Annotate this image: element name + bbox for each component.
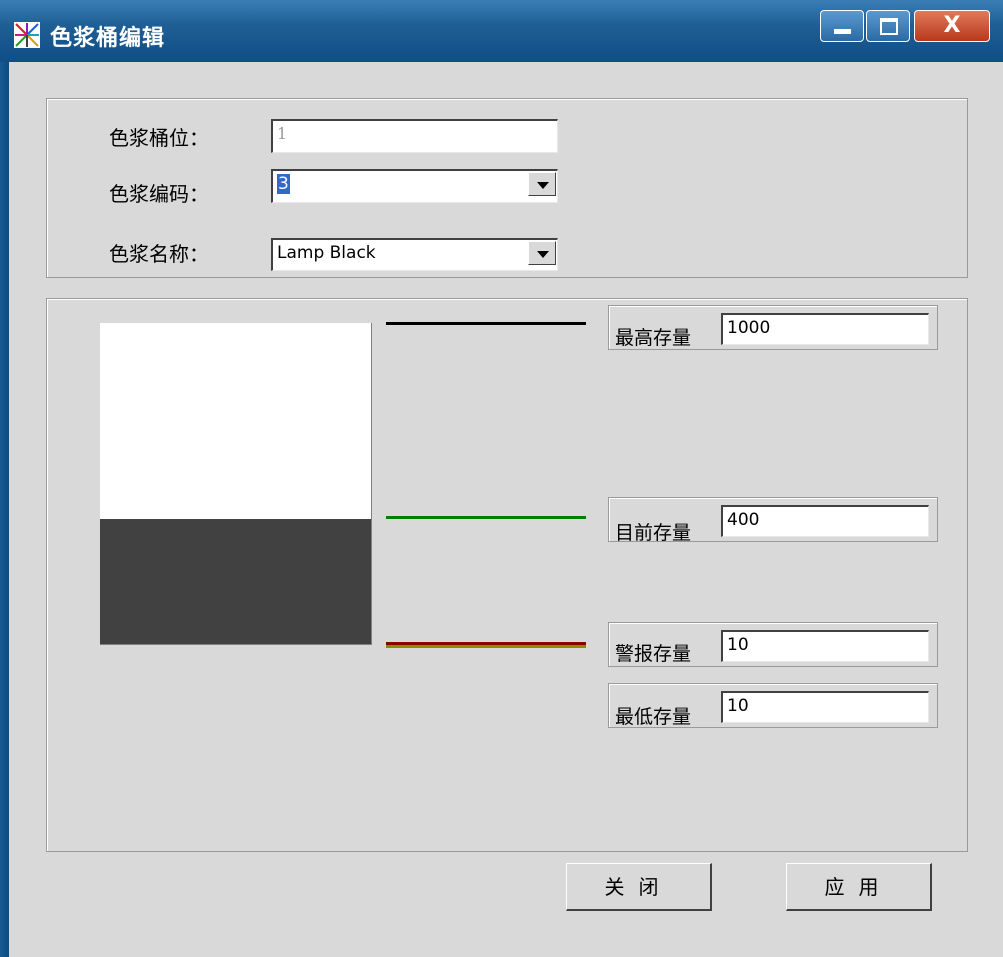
color-palette-icon [14, 22, 40, 48]
color-code-value: 3 [277, 174, 290, 194]
apply-button[interactable]: 应用 [786, 863, 932, 911]
minimize-icon [834, 29, 851, 34]
minimize-button[interactable] [820, 10, 864, 42]
current-level-input[interactable]: 400 [721, 505, 929, 537]
min-level-input[interactable]: 10 [721, 691, 929, 723]
close-icon: X [943, 13, 961, 38]
color-code-select[interactable]: 3 [271, 169, 558, 203]
max-level-box: 最高存量 1000 [608, 305, 938, 350]
min-level-value: 10 [727, 696, 749, 716]
close-window-button[interactable]: X [914, 10, 990, 42]
current-level-box: 目前存量 400 [608, 497, 938, 544]
window-frame-left [0, 62, 9, 957]
dialog-window: 色浆桶编辑 X 色浆桶位： 1 色浆编码： 3 色浆名称： Lamp Black [0, 0, 1003, 957]
close-button[interactable]: 关闭 [566, 863, 712, 911]
color-name-select[interactable]: Lamp Black [271, 238, 558, 271]
bucket-position-field: 1 [271, 119, 558, 153]
current-level-value: 400 [727, 510, 760, 530]
min-level-box: 最低存量 10 [608, 683, 938, 728]
bucket-position-value: 1 [277, 124, 288, 143]
bucket-position-label: 色浆桶位： [109, 126, 209, 150]
chevron-down-icon[interactable] [528, 172, 556, 196]
min-level-label: 最低存量 [615, 706, 692, 728]
max-level-input[interactable]: 1000 [721, 313, 929, 345]
color-name-label: 色浆名称： [109, 242, 209, 266]
window-title: 色浆桶编辑 [50, 26, 166, 51]
color-code-label: 色浆编码： [109, 182, 209, 206]
tank-fill-level [100, 518, 371, 644]
maximize-icon [880, 18, 898, 35]
max-level-line [386, 322, 586, 325]
tank-gauge [100, 323, 372, 645]
min-level-line [386, 645, 586, 648]
alarm-level-input[interactable]: 10 [721, 630, 929, 662]
maximize-button[interactable] [866, 10, 910, 42]
max-level-label: 最高存量 [615, 327, 692, 349]
alarm-level-value: 10 [727, 635, 749, 655]
title-bar[interactable]: 色浆桶编辑 X [0, 0, 1003, 62]
color-name-value: Lamp Black [277, 243, 376, 263]
alarm-level-label: 警报存量 [615, 643, 692, 665]
chevron-down-icon[interactable] [528, 241, 556, 265]
current-level-line [386, 516, 586, 519]
current-level-label: 目前存量 [615, 522, 692, 544]
max-level-value: 1000 [727, 318, 771, 338]
alarm-level-box: 警报存量 10 [608, 622, 938, 667]
